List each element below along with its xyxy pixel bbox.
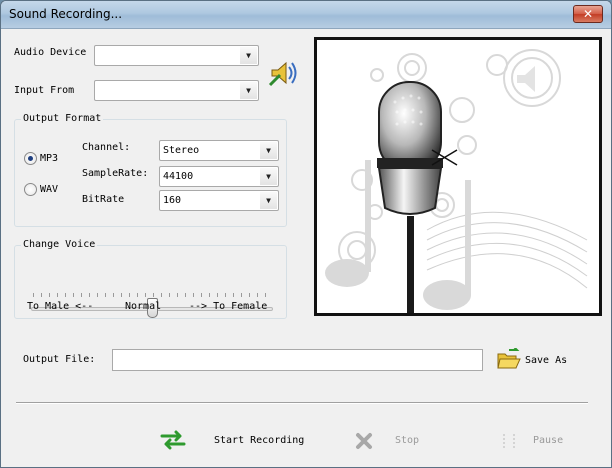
close-button[interactable]: ✕ [573,5,603,23]
divider [16,402,588,404]
mp3-radio[interactable] [24,152,37,165]
microphone-icon [325,49,588,313]
audio-device-label: Audio Device [14,47,87,58]
stop-button[interactable]: Stop [353,428,443,452]
chevron-down-icon: ▼ [240,47,257,64]
samplerate-label: SampleRate: [82,168,149,179]
stop-x-icon [356,433,372,449]
samplerate-value: 44100 [163,171,194,182]
wav-radio[interactable] [24,183,37,196]
output-file-label: Output File: [23,354,96,365]
title-bar[interactable]: Sound Recording... ✕ [1,1,611,29]
save-as-label: Save As [525,355,568,366]
input-from-dropdown[interactable]: ▼ [94,80,259,101]
channel-label: Channel: [82,142,131,153]
stop-label: Stop [395,435,420,446]
save-as-button[interactable]: Save As [497,346,577,374]
wav-label: WAV [40,184,59,195]
pause-label: Pause [533,435,564,446]
pause-icon [503,434,515,448]
output-file-input[interactable] [112,349,483,371]
chevron-down-icon: ▼ [260,168,277,185]
bitrate-label: BitRate [82,194,125,205]
chevron-down-icon: ▼ [260,192,277,209]
channel-dropdown[interactable]: Stereo ▼ [159,140,279,161]
output-format-caption: Output Format [21,113,104,124]
microphone-illustration [314,37,602,316]
start-recording-button[interactable]: Start Recording [160,428,310,452]
change-voice-caption: Change Voice [21,239,98,250]
swap-arrows-icon [160,430,186,450]
to-male-label: To Male <-- [27,301,94,312]
to-female-label: --> To Female [189,301,268,312]
dialog-body: Audio Device ▼ Input From ▼ Output Forma… [5,30,607,465]
folder-open-icon [497,348,521,369]
channel-value: Stereo [163,145,200,156]
sound-recording-window: Sound Recording... ✕ Audio Device ▼ Inpu… [0,0,612,468]
samplerate-dropdown[interactable]: 44100 ▼ [159,166,279,187]
start-recording-label: Start Recording [214,435,305,446]
window-title: Sound Recording... [9,7,123,21]
slider-ticks [33,293,271,297]
speaker-volume-icon[interactable] [266,55,302,91]
chevron-down-icon: ▼ [240,82,257,99]
pause-button[interactable]: Pause [499,428,589,452]
input-from-label: Input From [14,85,75,96]
normal-label: Normal [125,301,162,312]
bitrate-dropdown[interactable]: 160 ▼ [159,190,279,211]
chevron-down-icon: ▼ [260,142,277,159]
audio-device-dropdown[interactable]: ▼ [94,45,259,66]
bitrate-value: 160 [163,195,182,206]
mp3-label: MP3 [40,153,59,164]
